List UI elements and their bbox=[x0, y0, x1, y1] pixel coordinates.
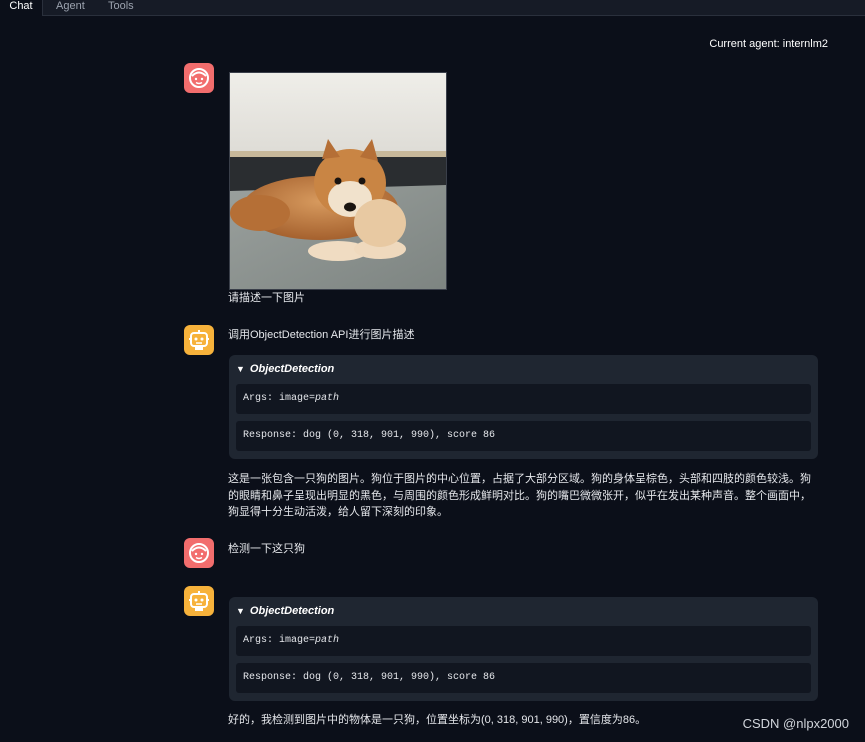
bot-reply-text: 好的，我检测到图片中的物体是一只狗，位置坐标为(0, 318, 901, 990… bbox=[228, 714, 647, 726]
current-agent-label: Current agent: internlm2 bbox=[709, 38, 828, 50]
tool-args: Args: image=path bbox=[236, 384, 811, 414]
watermark: CSDN @nlpx2000 bbox=[742, 716, 849, 731]
tool-response: Response: dog (0, 318, 901, 990), score … bbox=[236, 421, 811, 451]
bot-reply-text: 这是一张包含一只狗的图片。狗位于图片的中心位置，占据了大部分区域。狗的身体呈棕色… bbox=[228, 473, 811, 518]
bot-avatar-icon bbox=[184, 586, 214, 616]
bot-avatar-icon bbox=[184, 325, 214, 355]
args-value: path bbox=[315, 393, 340, 404]
tab-agent[interactable]: Agent bbox=[56, 0, 85, 16]
user-avatar-icon bbox=[184, 538, 214, 568]
user-message-text: 检测一下这只狗 bbox=[228, 543, 305, 555]
tool-name: ObjectDetection bbox=[249, 605, 335, 617]
tool-name: ObjectDetection bbox=[249, 363, 335, 375]
dog-photo[interactable] bbox=[229, 72, 447, 290]
tool-call-card[interactable]: ▼ ObjectDetection Args: image=path Respon… bbox=[229, 355, 818, 459]
tab-tools[interactable]: Tools bbox=[108, 0, 134, 16]
bot-intro-text: 调用ObjectDetection API进行图片描述 bbox=[228, 329, 415, 341]
args-label: Args: image= bbox=[243, 393, 316, 404]
user-message-text: 请描述一下图片 bbox=[228, 292, 305, 304]
tool-title[interactable]: ▼ ObjectDetection bbox=[236, 605, 334, 617]
tool-call-card[interactable]: ▼ ObjectDetection Args: image=path Respon… bbox=[229, 597, 818, 701]
tab-bar: Chat Agent Tools bbox=[0, 0, 865, 16]
triangle-down-icon: ▼ bbox=[236, 364, 245, 374]
user-avatar-icon bbox=[184, 63, 214, 93]
tab-chat[interactable]: Chat bbox=[0, 0, 43, 16]
tool-title[interactable]: ▼ ObjectDetection bbox=[236, 363, 334, 375]
tool-args: Args: image=path bbox=[236, 626, 811, 656]
args-value: path bbox=[315, 635, 340, 646]
tool-response: Response: dog (0, 318, 901, 990), score … bbox=[236, 663, 811, 693]
args-label: Args: image= bbox=[243, 635, 316, 646]
triangle-down-icon: ▼ bbox=[236, 606, 245, 616]
